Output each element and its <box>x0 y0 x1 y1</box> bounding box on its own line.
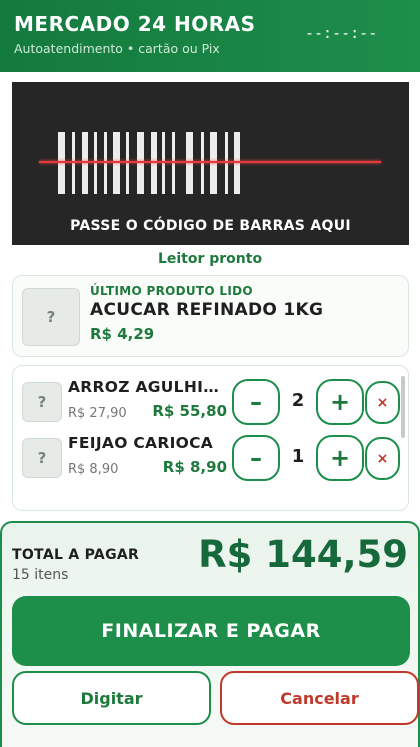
cart-item: ? ARROZ AGULHINHA R$ 27,90 R$ 55,80 – 2 … <box>13 366 403 425</box>
remove-item-button[interactable]: × <box>365 381 400 424</box>
app-header: MERCADO 24 HORAS Autoatendimento • cartã… <box>0 0 420 72</box>
total-label: TOTAL A PAGAR <box>12 547 140 563</box>
store-subtitle: Autoatendimento • cartão ou Pix <box>14 41 220 56</box>
cart-item-unit-price: R$ 27,90 <box>68 406 127 421</box>
checkout-panel: TOTAL A PAGAR 15 itens R$ 144,59 FINALIZ… <box>0 521 420 747</box>
increase-quantity-button[interactable]: + <box>316 379 364 425</box>
remove-item-button[interactable]: × <box>365 437 400 480</box>
cart-item-quantity: 1 <box>291 446 305 467</box>
reader-status: Leitor pronto <box>157 251 263 267</box>
product-image-placeholder: ? <box>22 382 62 422</box>
cart-item: ? FEIJAO CARIOCA R$ 8,90 R$ 8,90 – 1 + × <box>13 422 403 481</box>
cancel-button[interactable]: Cancelar <box>220 671 419 725</box>
scan-instruction: PASSE O CÓDIGO DE BARRAS AQUI <box>70 218 351 234</box>
cart-item-name: FEIJAO CARIOCA <box>68 434 214 452</box>
cart-item-total: R$ 8,90 <box>162 458 227 476</box>
barcode-scanner-area: PASSE O CÓDIGO DE BARRAS AQUI <box>12 82 409 245</box>
cart-item-unit-price: R$ 8,90 <box>68 462 119 477</box>
type-code-button[interactable]: Digitar <box>12 671 211 725</box>
last-product-name: ACUCAR REFINADO 1KG <box>90 300 324 320</box>
decrease-quantity-button[interactable]: – <box>232 435 280 481</box>
cart-item-quantity: 2 <box>291 390 305 411</box>
cart-item-total: R$ 55,80 <box>152 402 227 420</box>
item-count: 15 itens <box>12 567 69 583</box>
product-image-placeholder: ? <box>22 438 62 478</box>
cart-scrollbar[interactable] <box>401 376 405 438</box>
increase-quantity-button[interactable]: + <box>316 435 364 481</box>
clock: --:--:-- <box>305 24 378 42</box>
cart-list[interactable]: ? ARROZ AGULHINHA R$ 27,90 R$ 55,80 – 2 … <box>12 365 409 511</box>
barcode-icon <box>58 132 258 194</box>
last-product-price: R$ 4,29 <box>90 325 155 343</box>
store-name: MERCADO 24 HORAS <box>14 12 256 36</box>
scan-laser-line <box>39 161 381 163</box>
total-value: R$ 144,59 <box>198 533 408 576</box>
last-scanned-product-card: ? ÚLTIMO PRODUTO LIDO ACUCAR REFINADO 1K… <box>12 275 409 357</box>
cart-item-name: ARROZ AGULHINHA <box>68 378 228 396</box>
product-image-placeholder: ? <box>22 288 80 346</box>
decrease-quantity-button[interactable]: – <box>232 379 280 425</box>
checkout-pay-button[interactable]: FINALIZAR E PAGAR <box>12 596 410 666</box>
last-product-label: ÚLTIMO PRODUTO LIDO <box>90 284 253 298</box>
